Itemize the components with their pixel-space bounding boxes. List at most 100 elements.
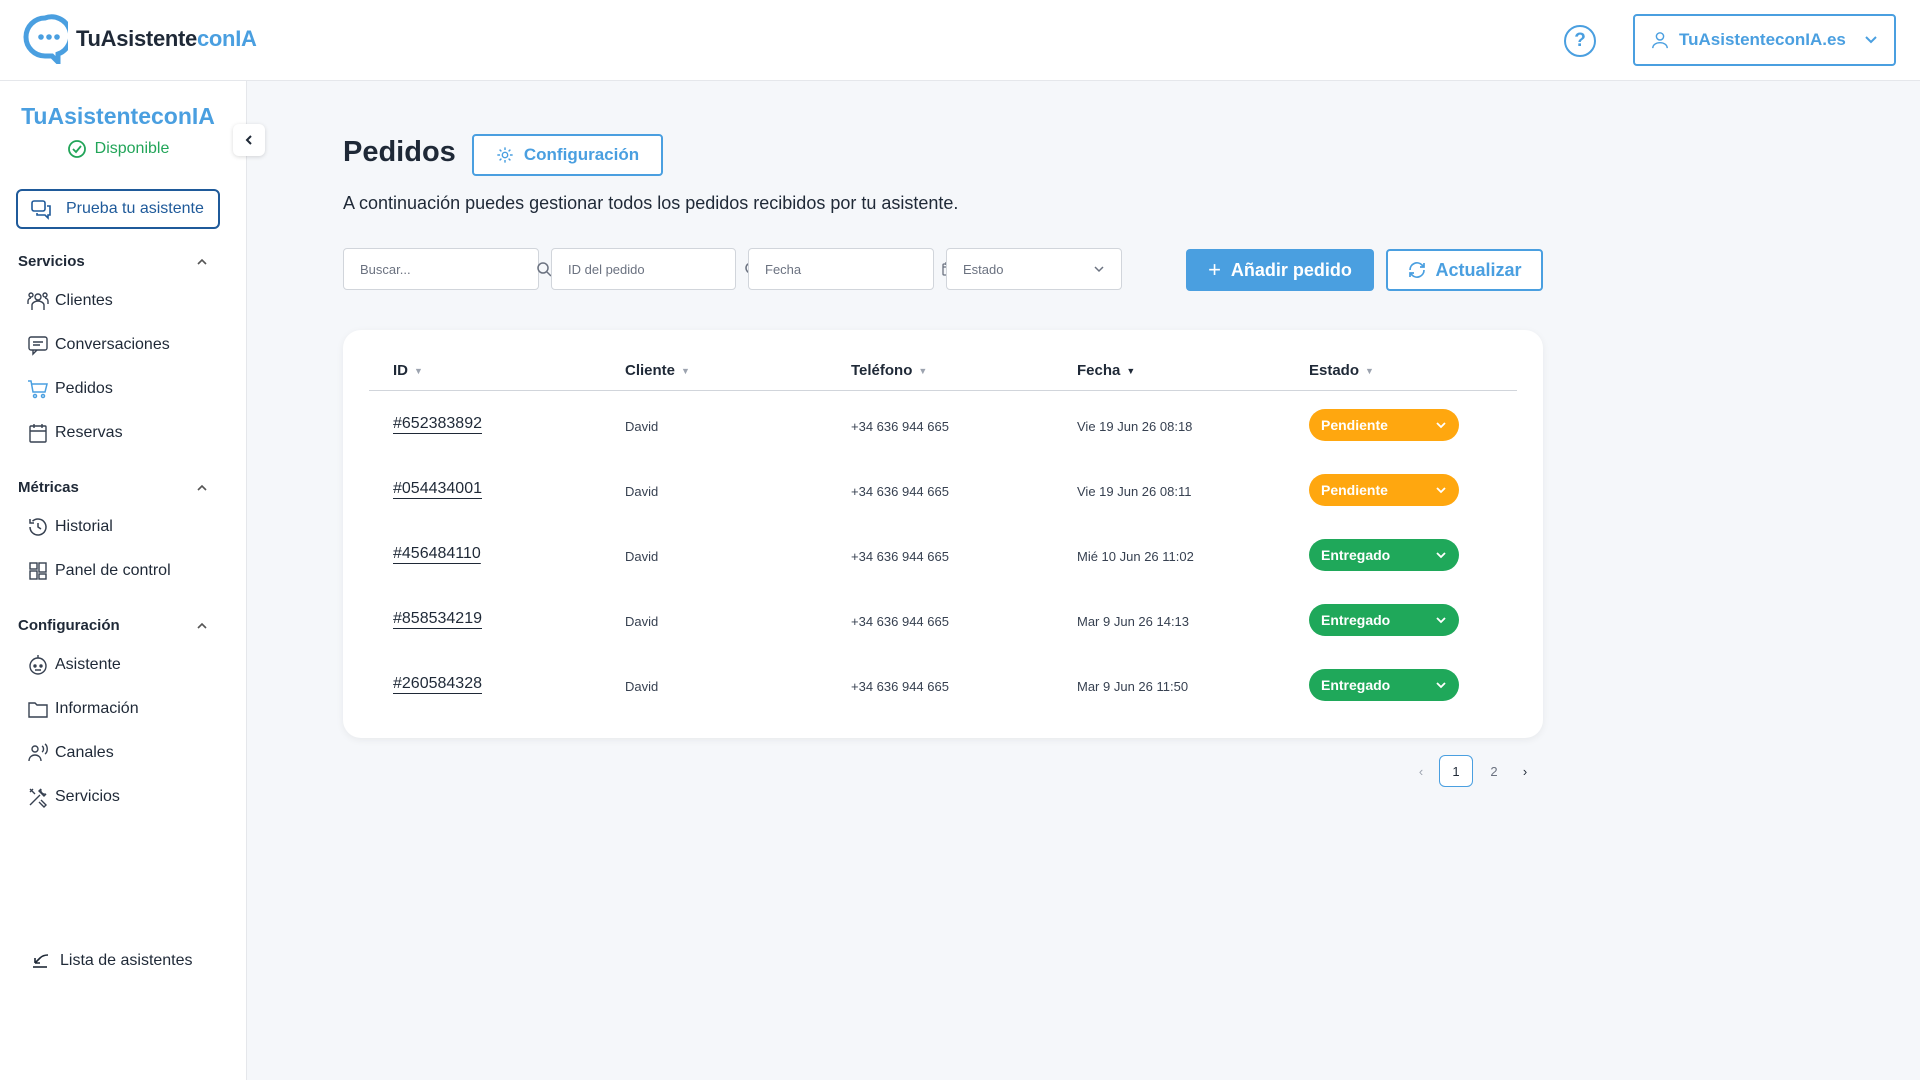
status-label: Entregado — [1321, 612, 1391, 628]
order-id-link[interactable]: #858534219 — [393, 610, 482, 628]
order-id-link[interactable]: #260584328 — [393, 675, 482, 693]
section-servicios[interactable]: Servicios — [18, 253, 208, 270]
chat-icon — [28, 336, 48, 356]
sidebar-item-conversaciones[interactable]: Conversaciones — [27, 334, 170, 356]
refresh-button[interactable]: Actualizar — [1386, 249, 1543, 291]
order-id-link[interactable]: #054434001 — [393, 480, 482, 498]
tools-icon — [29, 788, 47, 808]
phone-cell: +34 636 944 665 — [851, 484, 949, 499]
column-header-id[interactable]: ID ▼ — [393, 362, 423, 379]
column-header-label: Cliente — [625, 362, 676, 379]
sidebar-item-pedidos[interactable]: Pedidos — [27, 378, 113, 400]
status-select-label: Estado — [963, 261, 1004, 277]
sidebar-item-informacion[interactable]: Información — [27, 698, 139, 720]
date-cell: Vie 19 Jun 26 08:18 — [1077, 419, 1193, 434]
sort-icon: ▼ — [681, 365, 690, 376]
date-cell: Mié 10 Jun 26 11:02 — [1077, 549, 1194, 564]
column-header-fecha[interactable]: Fecha ▼ — [1077, 362, 1135, 379]
column-header-label: Fecha — [1077, 362, 1121, 379]
top-bar: TuAsistenteconIA ? TuAsistenteconIA.es — [0, 0, 1920, 81]
sidebar: TuAsistenteconIA Disponible Prueba tu as… — [0, 81, 265, 1080]
logo[interactable]: TuAsistenteconIA — [22, 14, 257, 64]
status-indicator: Disponible — [0, 139, 236, 159]
status-dropdown[interactable]: Entregado — [1309, 539, 1459, 571]
chevron-down-icon — [1436, 422, 1446, 429]
column-header-estado[interactable]: Estado ▼ — [1309, 362, 1374, 379]
sidebar-item-canales[interactable]: Canales — [27, 742, 114, 764]
sidebar-item-label: Reservas — [55, 424, 123, 441]
date-input[interactable] — [765, 261, 941, 277]
folder-icon — [28, 702, 48, 718]
channels-icon — [28, 743, 48, 762]
refresh-label: Actualizar — [1435, 259, 1522, 280]
table-row: #260584328 David +34 636 944 665 Mar 9 J… — [343, 669, 1543, 709]
account-menu-button[interactable]: TuAsistenteconIA.es — [1633, 14, 1896, 66]
collapse-sidebar-button[interactable] — [233, 124, 265, 156]
status-dropdown[interactable]: Entregado — [1309, 604, 1459, 636]
help-icon[interactable]: ? — [1564, 25, 1596, 57]
column-header-telefono[interactable]: Teléfono ▼ — [851, 362, 927, 379]
add-order-button[interactable]: + Añadir pedido — [1186, 249, 1374, 291]
client-cell: David — [625, 614, 659, 629]
gear-icon — [497, 147, 513, 163]
assistants-list-link[interactable]: Lista de asistentes — [30, 950, 193, 972]
section-title: Servicios — [18, 253, 85, 270]
chevron-down-icon — [1865, 36, 1877, 44]
page-button-1[interactable]: 1 — [1439, 755, 1473, 787]
sidebar-item-reservas[interactable]: Reservas — [27, 422, 123, 444]
page-title: Pedidos — [343, 136, 456, 168]
refresh-icon — [1409, 262, 1426, 278]
table-row: #456484110 David +34 636 944 665 Mié 10 … — [343, 539, 1543, 579]
next-page-button[interactable]: › — [1515, 761, 1535, 781]
sidebar-item-label: Pedidos — [55, 380, 113, 397]
sidebar-item-clientes[interactable]: Clientes — [27, 290, 113, 312]
table-row: #652383892 David +34 636 944 665 Vie 19 … — [343, 409, 1543, 449]
status-dropdown[interactable]: Entregado — [1309, 669, 1459, 701]
bot-icon — [29, 655, 47, 675]
chevron-up-icon — [197, 622, 207, 629]
calendar-icon — [29, 424, 47, 443]
phone-cell: +34 636 944 665 — [851, 679, 949, 694]
status-label: Entregado — [1321, 677, 1391, 693]
prev-page-button[interactable]: ‹ — [1411, 761, 1431, 781]
search-field[interactable] — [343, 248, 552, 290]
status-select[interactable]: Estado — [946, 248, 1122, 290]
section-title: Métricas — [18, 479, 79, 496]
chevron-down-icon — [1436, 617, 1446, 624]
status-dropdown[interactable]: Pendiente — [1309, 409, 1459, 441]
search-icon — [537, 262, 552, 277]
column-header-label: Teléfono — [851, 362, 913, 379]
column-header-cliente[interactable]: Cliente ▼ — [625, 362, 690, 379]
sidebar-item-label: Información — [55, 700, 139, 717]
section-title: Configuración — [18, 617, 120, 634]
section-configuracion[interactable]: Configuración — [18, 617, 208, 634]
sidebar-item-panel-de-control[interactable]: Panel de control — [27, 560, 171, 582]
sidebar-item-label: Historial — [55, 518, 113, 535]
order-id-field[interactable] — [551, 248, 760, 290]
sort-desc-icon: ▼ — [1126, 365, 1136, 376]
plus-icon: + — [1208, 257, 1221, 282]
page-button-2[interactable]: 2 — [1477, 755, 1511, 787]
search-input[interactable] — [360, 261, 536, 277]
client-cell: David — [625, 679, 659, 694]
status-label: Entregado — [1321, 547, 1391, 563]
section-metricas[interactable]: Métricas — [18, 479, 208, 496]
order-id-link[interactable]: #456484110 — [393, 545, 481, 563]
status-dropdown[interactable]: Pendiente — [1309, 474, 1459, 506]
configuration-button[interactable]: Configuración — [472, 134, 663, 176]
sidebar-item-label: Panel de control — [55, 562, 171, 579]
sidebar-item-asistente[interactable]: Asistente — [27, 654, 121, 676]
table-row: #858534219 David +34 636 944 665 Mar 9 J… — [343, 604, 1543, 644]
sidebar-item-historial[interactable]: Historial — [27, 516, 113, 538]
history-icon — [29, 518, 47, 536]
sidebar-item-servicios[interactable]: Servicios — [27, 786, 120, 808]
phone-cell: +34 636 944 665 — [851, 419, 949, 434]
chevron-down-icon — [1436, 682, 1446, 689]
order-id-input[interactable] — [568, 261, 744, 277]
test-assistant-button[interactable]: Prueba tu asistente — [16, 189, 220, 229]
client-cell: David — [625, 549, 659, 564]
sidebar-item-label: Conversaciones — [55, 336, 170, 353]
phone-cell: +34 636 944 665 — [851, 549, 949, 564]
date-field[interactable] — [748, 248, 956, 290]
order-id-link[interactable]: #652383892 — [393, 415, 482, 433]
